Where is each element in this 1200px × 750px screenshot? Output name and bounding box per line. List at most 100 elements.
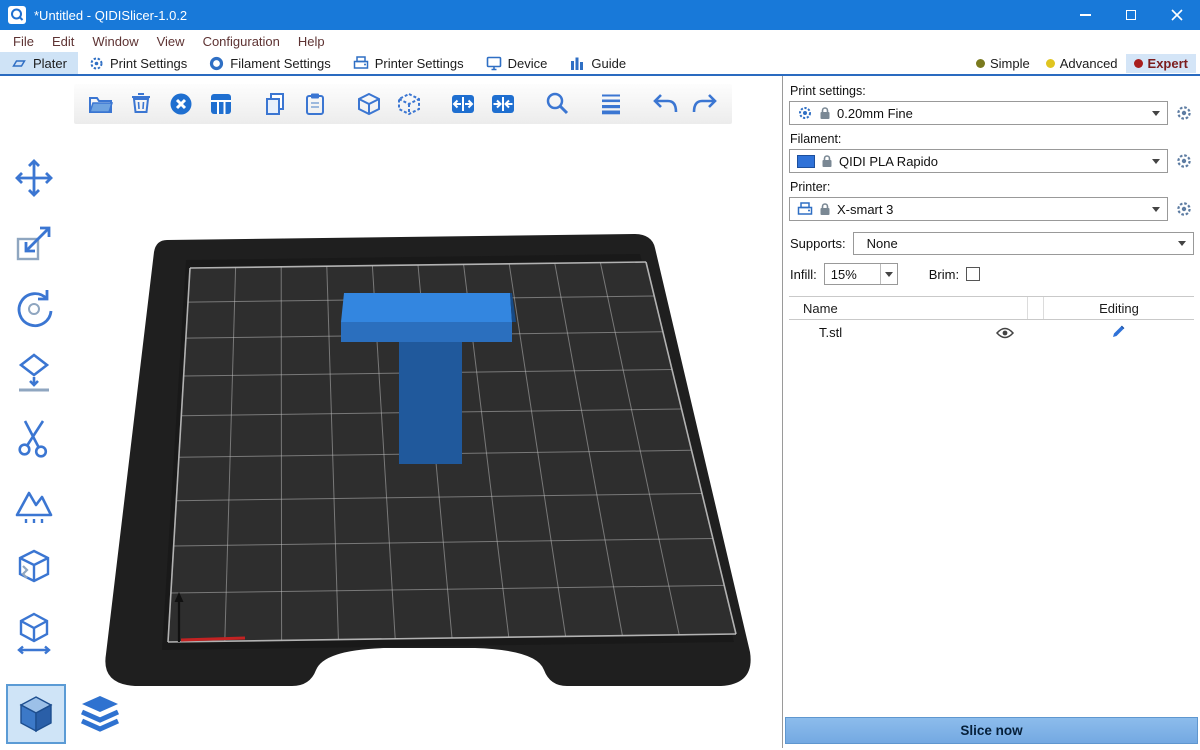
mode-label: Simple	[990, 56, 1030, 71]
tool-move-button[interactable]	[8, 152, 60, 204]
place-on-face-icon	[12, 351, 56, 395]
preview-view-button[interactable]	[72, 686, 128, 742]
tab-guide[interactable]: Guide	[558, 52, 637, 74]
top-toolbar	[74, 84, 732, 124]
close-button[interactable]	[1154, 0, 1200, 30]
filament-color-swatch	[797, 155, 815, 168]
remove-instance-button[interactable]	[392, 87, 426, 121]
variable-layer-height-icon	[598, 91, 624, 117]
rotate-icon	[12, 286, 56, 330]
tool-measure-button[interactable]	[8, 607, 60, 659]
tool-place-on-face-button[interactable]	[8, 347, 60, 399]
object-list: Name Editing T.stl	[789, 296, 1194, 711]
supports-combo[interactable]: None	[853, 232, 1194, 255]
tab-label: Filament Settings	[230, 56, 330, 71]
menubar: File Edit Window View Configuration Help	[0, 30, 1200, 52]
open-icon	[88, 91, 114, 117]
tab-label: Print Settings	[110, 56, 187, 71]
infill-label: Infill:	[790, 267, 817, 282]
undo-button[interactable]	[648, 87, 682, 121]
filament-edit-button[interactable]	[1174, 151, 1194, 171]
maximize-icon	[1126, 10, 1136, 20]
split-parts-icon	[490, 91, 516, 117]
printer-edit-button[interactable]	[1174, 199, 1194, 219]
split-objects-button[interactable]	[446, 87, 480, 121]
device-icon	[486, 56, 502, 71]
column-header-spacer	[1028, 297, 1044, 319]
tabbar: Plater Print Settings Filament Settings …	[0, 52, 1200, 76]
guide-icon	[569, 56, 585, 71]
printer-combo[interactable]: X-smart 3	[789, 197, 1168, 221]
supports-label: Supports:	[790, 236, 846, 251]
maximize-button[interactable]	[1108, 0, 1154, 30]
add-instance-icon	[356, 91, 382, 117]
split-parts-button[interactable]	[486, 87, 520, 121]
copy-button[interactable]	[258, 87, 292, 121]
mode-expert[interactable]: Expert	[1126, 54, 1196, 73]
gear-icon	[1175, 152, 1193, 170]
infill-combo[interactable]: 15%	[824, 263, 898, 285]
mode-label: Expert	[1148, 56, 1188, 71]
paste-button[interactable]	[298, 87, 332, 121]
delete-all-button[interactable]	[164, 87, 198, 121]
tab-print-settings[interactable]: Print Settings	[78, 52, 198, 74]
object-list-header: Name Editing	[789, 297, 1194, 320]
menu-edit[interactable]: Edit	[43, 34, 83, 49]
cut-icon	[12, 416, 56, 460]
copy-icon	[262, 91, 288, 117]
split-objects-icon	[450, 91, 476, 117]
redo-button[interactable]	[688, 87, 722, 121]
mode-simple[interactable]: Simple	[968, 54, 1038, 73]
slice-now-button[interactable]: Slice now	[785, 717, 1198, 744]
filament-label: Filament:	[790, 132, 1194, 146]
tab-label: Guide	[591, 56, 626, 71]
menu-view[interactable]: View	[148, 34, 194, 49]
tool-cut-button[interactable]	[8, 412, 60, 464]
move-icon	[12, 156, 56, 200]
mode-advanced[interactable]: Advanced	[1038, 54, 1126, 73]
object-settings-button[interactable]	[1111, 323, 1127, 342]
gear-icon	[1175, 200, 1193, 218]
editor-view-button[interactable]	[8, 686, 64, 742]
brim-checkbox[interactable]	[966, 267, 980, 281]
arrange-button[interactable]	[204, 87, 238, 121]
print-settings-edit-button[interactable]	[1174, 103, 1194, 123]
print-settings-combo[interactable]: 0.20mm Fine	[789, 101, 1168, 125]
tool-rotate-button[interactable]	[8, 282, 60, 334]
lock-icon	[819, 202, 831, 216]
filament-combo[interactable]: QIDI PLA Rapido	[789, 149, 1168, 173]
arrange-icon	[208, 91, 234, 117]
undo-icon	[651, 91, 679, 117]
delete-all-icon	[168, 91, 194, 117]
variable-layer-height-button[interactable]	[594, 87, 628, 121]
tool-paint-supports-button[interactable]	[8, 477, 60, 529]
edit-icon	[1111, 323, 1127, 339]
object-row[interactable]: T.stl	[789, 320, 1194, 345]
tab-filament-settings[interactable]: Filament Settings	[198, 52, 341, 74]
tab-printer-settings[interactable]: Printer Settings	[342, 52, 475, 74]
tab-plater[interactable]: Plater	[0, 52, 78, 74]
column-header-name[interactable]: Name	[789, 297, 1028, 319]
menu-file[interactable]: File	[4, 34, 43, 49]
menu-configuration[interactable]: Configuration	[194, 34, 289, 49]
simple-mode-dot-icon	[976, 59, 985, 68]
menu-window[interactable]: Window	[83, 34, 147, 49]
brim-label: Brim:	[929, 267, 959, 282]
viewport-3d[interactable]	[0, 76, 782, 748]
open-button[interactable]	[84, 87, 118, 121]
add-instance-button[interactable]	[352, 87, 386, 121]
redo-icon	[691, 91, 719, 117]
search-button[interactable]	[540, 87, 574, 121]
chevron-down-icon	[885, 272, 893, 277]
visibility-toggle[interactable]	[996, 327, 1014, 339]
delete-icon	[128, 91, 154, 117]
tool-seam-button[interactable]	[8, 542, 60, 594]
tab-device[interactable]: Device	[475, 52, 559, 74]
tool-scale-button[interactable]	[8, 217, 60, 269]
printer-value: X-smart 3	[837, 202, 1146, 217]
close-icon	[1171, 9, 1183, 21]
column-header-editing[interactable]: Editing	[1044, 297, 1194, 319]
delete-button[interactable]	[124, 87, 158, 121]
minimize-button[interactable]	[1062, 0, 1108, 30]
menu-help[interactable]: Help	[289, 34, 334, 49]
